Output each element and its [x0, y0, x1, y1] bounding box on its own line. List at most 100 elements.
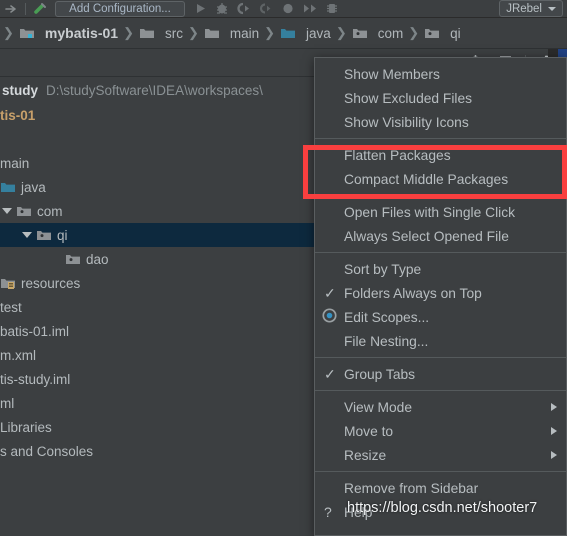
stop-icon[interactable] — [277, 0, 299, 18]
project-tree[interactable]: tis-01 main java com qi dao resources te… — [0, 103, 320, 536]
breadcrumb-item-main[interactable]: main — [201, 26, 262, 41]
menu-separator — [315, 195, 566, 196]
breadcrumb-label: qi — [450, 25, 461, 41]
menu-item-open-files-with-single-click[interactable]: Open Files with Single Click — [315, 200, 566, 224]
menu-item-compact-middle-packages[interactable]: Compact Middle Packages — [315, 167, 566, 191]
run-configuration-selector[interactable]: Add Configuration... — [55, 0, 185, 17]
menu-item-remove-from-sidebar[interactable]: Remove from Sidebar — [315, 476, 566, 500]
tree-row-main[interactable]: main — [0, 151, 320, 175]
breadcrumb-label: com — [377, 25, 404, 41]
package-folder-icon — [16, 205, 32, 218]
menu-item-show-visibility-icons[interactable]: Show Visibility Icons — [315, 110, 566, 134]
run-play-icon[interactable] — [189, 0, 211, 18]
chevron-down-icon[interactable] — [22, 232, 32, 238]
chevron-down-icon — [548, 6, 556, 11]
menu-item-label: Remove from Sidebar — [344, 480, 479, 496]
menu-item-folders-always-on-top[interactable]: ✓ Folders Always on Top — [315, 281, 566, 305]
menu-item-edit-scopes[interactable]: Edit Scopes... — [315, 305, 566, 329]
attach-process-icon[interactable] — [321, 0, 343, 18]
menu-item-always-select-opened-file[interactable]: Always Select Opened File — [315, 224, 566, 248]
menu-item-move-to[interactable]: Move to — [315, 419, 566, 443]
tree-row-xml[interactable]: ml — [0, 391, 320, 415]
source-root-folder-icon — [0, 181, 16, 194]
tree-row-mybatis-study-iml[interactable]: tis-study.iml — [0, 367, 320, 391]
arrow-right-icon[interactable] — [0, 0, 22, 18]
menu-item-file-nesting[interactable]: File Nesting... — [315, 329, 566, 353]
tree-row-external-libraries[interactable]: Libraries — [0, 415, 320, 439]
tree-item-label: main — [0, 155, 30, 171]
project-path-label: D:\studySoftware\IDEA\workspaces\ — [46, 82, 263, 98]
breadcrumb-label: mybatis-01 — [44, 25, 119, 41]
breadcrumb-item-src[interactable]: src — [136, 26, 186, 41]
menu-item-label: Resize — [344, 447, 387, 463]
tree-item-label: batis-01.iml — [0, 323, 70, 339]
watermark-text: https://blog.csdn.net/shooter7 — [347, 500, 538, 516]
breadcrumb-item-com[interactable]: com — [349, 26, 407, 41]
toolbar-divider — [25, 2, 26, 15]
tree-item-label: test — [0, 299, 22, 315]
menu-item-label: Always Select Opened File — [344, 228, 509, 244]
breadcrumb-label: main — [229, 25, 260, 41]
chevron-down-icon[interactable] — [2, 208, 12, 214]
debug-bug-icon[interactable] — [211, 0, 233, 18]
tree-row-pom-xml[interactable]: m.xml — [0, 343, 320, 367]
tree-item-label: com — [37, 203, 63, 219]
tree-row-mybatis-01[interactable]: tis-01 — [0, 103, 320, 127]
project-name-label: study — [2, 82, 39, 98]
menu-item-label: File Nesting... — [344, 333, 429, 349]
tree-row-com[interactable]: com — [0, 199, 320, 223]
question-mark-icon: ? — [324, 504, 332, 520]
step-over-icon[interactable] — [299, 0, 321, 18]
run-coverage-icon[interactable] — [233, 0, 255, 18]
menu-item-show-excluded-files[interactable]: Show Excluded Files — [315, 86, 566, 110]
tree-row-scratches-and-consoles[interactable]: s and Consoles — [0, 439, 320, 463]
menu-separator — [315, 390, 566, 391]
jrebel-dropdown[interactable]: JRebel — [499, 0, 563, 17]
menu-item-flatten-packages[interactable]: Flatten Packages — [315, 143, 566, 167]
module-folder-icon — [19, 27, 35, 40]
menu-item-show-members[interactable]: Show Members — [315, 62, 566, 86]
menu-separator — [315, 471, 566, 472]
breadcrumb-item-qi[interactable]: qi — [421, 26, 464, 41]
tree-item-label: m.xml — [0, 347, 36, 363]
hammer-build-icon[interactable] — [29, 0, 51, 18]
checkmark-icon: ✓ — [324, 285, 336, 301]
package-folder-icon — [36, 229, 52, 242]
menu-item-resize[interactable]: Resize — [315, 443, 566, 467]
tree-item-label: java — [21, 179, 46, 195]
breadcrumb-separator: ❯ — [123, 25, 134, 40]
menu-item-label: Compact Middle Packages — [344, 171, 509, 187]
tree-row-mybatis-01-iml[interactable]: batis-01.iml — [0, 319, 320, 343]
menu-item-label: Show Excluded Files — [344, 90, 473, 106]
menu-separator — [315, 357, 566, 358]
tree-row-test[interactable]: test — [0, 295, 320, 319]
breadcrumb-item-java[interactable]: java — [277, 26, 334, 41]
tree-item-label: Libraries — [0, 419, 52, 435]
view-options-context-menu[interactable]: Show Members Show Excluded Files Show Vi… — [314, 57, 567, 536]
run-toolbar: Add Configuration... JRebel — [0, 0, 567, 18]
tree-row-dao[interactable]: dao — [0, 247, 320, 271]
menu-item-label: Flatten Packages — [344, 147, 451, 163]
tree-item-label: s and Consoles — [0, 443, 94, 459]
breadcrumb-separator: ❯ — [264, 25, 276, 40]
breadcrumb-separator: ❯ — [335, 25, 347, 40]
run-profile-icon[interactable] — [255, 0, 277, 18]
breadcrumb-item-mybatis-01[interactable]: mybatis-01 — [16, 25, 121, 41]
tree-item-label: tis-01 — [0, 107, 36, 123]
breadcrumb-label: src — [164, 25, 183, 41]
tree-item-label: tis-study.iml — [0, 371, 71, 387]
tree-row-resources[interactable]: resources — [0, 271, 320, 295]
menu-item-view-mode[interactable]: View Mode — [315, 395, 566, 419]
folder-icon — [204, 27, 220, 40]
checkmark-icon: ✓ — [324, 366, 336, 382]
menu-item-label: Group Tabs — [344, 366, 416, 382]
menu-separator — [315, 138, 566, 139]
tree-row-blank — [0, 127, 320, 151]
menu-item-label: Sort by Type — [344, 261, 422, 277]
tree-row-java[interactable]: java — [0, 175, 320, 199]
ide-window: Add Configuration... JRebel ❯ mybatis-01… — [0, 0, 567, 536]
tree-row-qi[interactable]: qi — [0, 223, 320, 247]
menu-item-group-tabs[interactable]: ✓ Group Tabs — [315, 362, 566, 386]
package-folder-icon — [65, 253, 81, 266]
menu-item-sort-by-type[interactable]: Sort by Type — [315, 257, 566, 281]
